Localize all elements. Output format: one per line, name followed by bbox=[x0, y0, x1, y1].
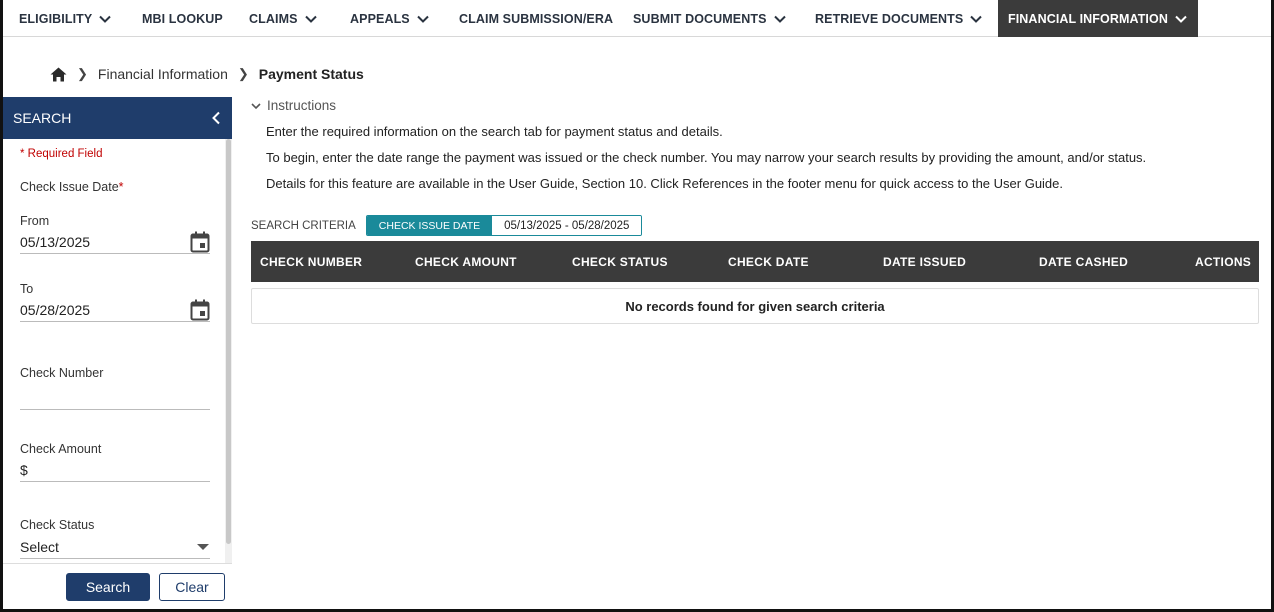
results-table-header: CHECK NUMBER CHECK AMOUNT CHECK STATUS C… bbox=[251, 241, 1259, 282]
nav-retrieve-documents[interactable]: RETRIEVE DOCUMENTS bbox=[815, 0, 983, 37]
instructions-label: Instructions bbox=[267, 98, 337, 113]
check-amount-label: Check Amount bbox=[20, 442, 102, 456]
column-header-check-date[interactable]: CHECK DATE bbox=[728, 241, 809, 282]
instruction-line: Details for this feature are available i… bbox=[266, 176, 1064, 191]
column-header-check-status[interactable]: CHECK STATUS bbox=[572, 241, 668, 282]
column-header-actions: ACTIONS bbox=[1195, 254, 1252, 269]
search-sidebar: SEARCH * Required Field Check Issue Date… bbox=[3, 97, 232, 609]
nav-label: CLAIM SUBMISSION/ERA bbox=[459, 11, 614, 26]
check-status-value: Select bbox=[20, 538, 59, 555]
scrollbar-thumb[interactable] bbox=[226, 139, 231, 544]
nav-label: FINANCIAL INFORMATION bbox=[1008, 11, 1168, 26]
check-number-input[interactable] bbox=[20, 389, 180, 406]
chevron-down-icon bbox=[99, 15, 112, 23]
nav-claims[interactable]: CLAIMS bbox=[249, 0, 318, 37]
check-amount-field[interactable]: $ bbox=[20, 458, 210, 482]
sidebar-body: * Required Field Check Issue Date* From … bbox=[3, 139, 225, 563]
instruction-line: To begin, enter the date range the payme… bbox=[266, 150, 1147, 165]
from-date-field[interactable] bbox=[20, 230, 210, 254]
nav-label: ELIGIBILITY bbox=[19, 11, 93, 26]
nav-eligibility[interactable]: ELIGIBILITY bbox=[19, 0, 112, 37]
empty-results-message: No records found for given search criter… bbox=[251, 288, 1259, 324]
nav-label: RETRIEVE DOCUMENTS bbox=[815, 11, 964, 26]
nav-label: MBI LOOKUP bbox=[142, 11, 223, 26]
sidebar-footer: Search Clear bbox=[3, 563, 232, 609]
home-icon[interactable] bbox=[50, 67, 67, 82]
currency-prefix: $ bbox=[20, 461, 28, 478]
calendar-icon[interactable] bbox=[190, 231, 210, 253]
nav-submit-documents[interactable]: SUBMIT DOCUMENTS bbox=[633, 0, 787, 37]
check-status-select[interactable]: Select bbox=[20, 535, 210, 559]
nav-financial-information[interactable]: FINANCIAL INFORMATION bbox=[998, 0, 1198, 37]
sidebar-header: SEARCH bbox=[3, 97, 232, 139]
caret-down-icon bbox=[197, 543, 209, 550]
from-date-input[interactable] bbox=[20, 233, 180, 250]
check-number-label: Check Number bbox=[20, 366, 104, 380]
to-date-field[interactable] bbox=[20, 298, 210, 322]
nav-label: APPEALS bbox=[350, 11, 410, 26]
to-date-input[interactable] bbox=[20, 301, 180, 318]
from-label: From bbox=[20, 214, 50, 228]
search-button[interactable]: Search bbox=[66, 573, 150, 601]
nav-claim-submission-era[interactable]: CLAIM SUBMISSION/ERA bbox=[459, 0, 613, 37]
breadcrumb-current: Payment Status bbox=[258, 66, 364, 82]
required-field-note: * Required Field bbox=[20, 148, 103, 160]
collapse-chevron-left-icon[interactable] bbox=[210, 111, 222, 125]
chevron-down-icon bbox=[1175, 15, 1187, 23]
chevron-down-icon bbox=[251, 102, 261, 109]
instructions-toggle[interactable]: Instructions bbox=[250, 98, 336, 113]
column-header-check-amount[interactable]: CHECK AMOUNT bbox=[415, 241, 517, 282]
nav-label: SUBMIT DOCUMENTS bbox=[633, 11, 767, 26]
chevron-right-icon: ❯ bbox=[237, 66, 249, 81]
column-header-date-issued[interactable]: DATE ISSUED bbox=[883, 241, 966, 282]
to-label: To bbox=[20, 282, 34, 296]
check-issue-date-label: Check Issue Date* bbox=[20, 180, 124, 194]
chevron-down-icon bbox=[417, 15, 429, 23]
sidebar-scrollbar[interactable] bbox=[225, 139, 232, 564]
search-criteria: SEARCH CRITERIA CHECK ISSUE DATE 05/13/2… bbox=[251, 215, 643, 236]
search-criteria-label: SEARCH CRITERIA bbox=[251, 219, 356, 232]
column-header-check-number[interactable]: CHECK NUMBER bbox=[260, 241, 362, 282]
sidebar-title: SEARCH bbox=[13, 110, 72, 126]
check-number-field[interactable] bbox=[20, 386, 210, 410]
clear-button[interactable]: Clear bbox=[159, 573, 225, 601]
breadcrumb: ❯ Financial Information ❯ Payment Status bbox=[50, 64, 364, 84]
check-status-label: Check Status bbox=[20, 518, 95, 532]
chevron-down-icon bbox=[970, 15, 983, 23]
top-navigation: ELIGIBILITY MBI LOOKUP CLAIMS APPEALS CL… bbox=[3, 0, 1271, 37]
calendar-icon[interactable] bbox=[190, 299, 210, 321]
column-header-date-cashed[interactable]: DATE CASHED bbox=[1039, 241, 1128, 282]
nav-mbi-lookup[interactable]: MBI LOOKUP bbox=[142, 0, 223, 37]
chevron-down-icon bbox=[304, 15, 317, 23]
nav-appeals[interactable]: APPEALS bbox=[350, 0, 430, 37]
nav-label: CLAIMS bbox=[249, 11, 298, 26]
chevron-right-icon: ❯ bbox=[77, 66, 88, 81]
criteria-chip: CHECK ISSUE DATE 05/13/2025 - 05/28/2025 bbox=[365, 215, 643, 236]
criteria-chip-value: 05/13/2025 - 05/28/2025 bbox=[492, 216, 642, 235]
instruction-line: Enter the required information on the se… bbox=[266, 124, 723, 139]
breadcrumb-parent[interactable]: Financial Information bbox=[98, 66, 228, 82]
criteria-chip-key: CHECK ISSUE DATE bbox=[366, 216, 493, 235]
chevron-down-icon bbox=[773, 15, 786, 23]
